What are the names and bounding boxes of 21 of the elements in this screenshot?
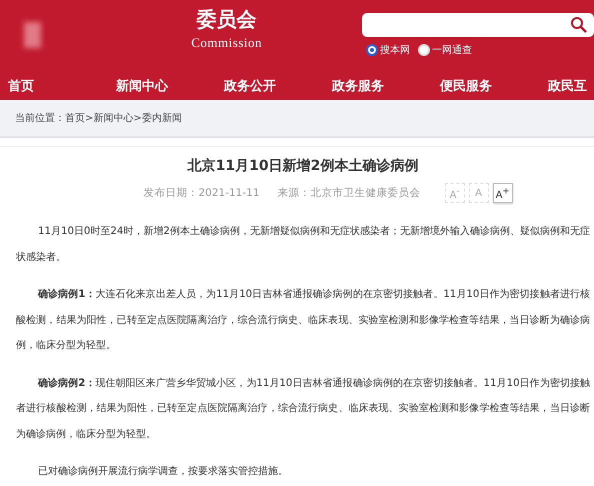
article-paragraph: 确诊病例2：现住朝阳区来广营乡华贸城小区，为11月10日吉林省通报确诊病例的在京密切接触者。11月10日作为密切接触者进行核酸检测，结果为阳性，已转至定点医院隔离治疗，综合流行病史、临床表现、实验室检测和影像学检查等结果，当日诊断为确诊病例，临床分型为轻型。 [16, 376, 590, 442]
breadcrumb: 当前位置：首页>新闻中心>委内新闻 [15, 112, 182, 125]
article-paragraph: 11月10日0时至24时，新增2例本土确诊病例，无新增疑似病例和无症状感染者；无新增境外输入确诊病例、疑似病例和无症状感染者。 [16, 224, 590, 264]
article-source: 来源：北京市卫生健康委员会 [278, 186, 421, 200]
publish-date: 发布日期：2021-11-11 [143, 186, 260, 200]
search-scope-radio[interactable]: 搜本网 [366, 43, 410, 57]
nav-link[interactable]: 新闻中心 [116, 77, 224, 95]
article-title: 北京11月10日新增2例本土确诊病例 [186, 157, 420, 175]
nav-link[interactable]: 便民服务 [440, 77, 548, 95]
site-subtitle: Commission [191, 35, 262, 51]
font-size-button[interactable]: A$^{+}$ [492, 183, 513, 203]
article-paragraph: 已对确诊病例开展流行病学调查，按要求落实管控措施。 [37, 464, 289, 479]
site-title: 委员会 [196, 6, 257, 33]
article-paragraph: 确诊病例1：大连石化来京出差人员，为11月10日吉林省通报确诊病例的在京密切接触者。11月10日作为密切接触者进行核酸检测，结果为阳性，已转至定点医院隔离治疗，综合流行病史、临床表现、实验室检测和影像学检查等结果，当日诊断为确诊病例，临床分型为轻型。 [16, 288, 590, 353]
nav-link[interactable]: 政务服务 [332, 77, 440, 95]
nav-link[interactable]: 政民互 [548, 77, 594, 95]
nav-link[interactable]: 政务公开 [224, 77, 332, 95]
search-scope-radio[interactable]: 一网通查 [418, 43, 472, 57]
search-field[interactable] [362, 13, 594, 37]
search-icon[interactable] [570, 16, 588, 34]
nav-link[interactable]: 首页 [8, 77, 116, 95]
